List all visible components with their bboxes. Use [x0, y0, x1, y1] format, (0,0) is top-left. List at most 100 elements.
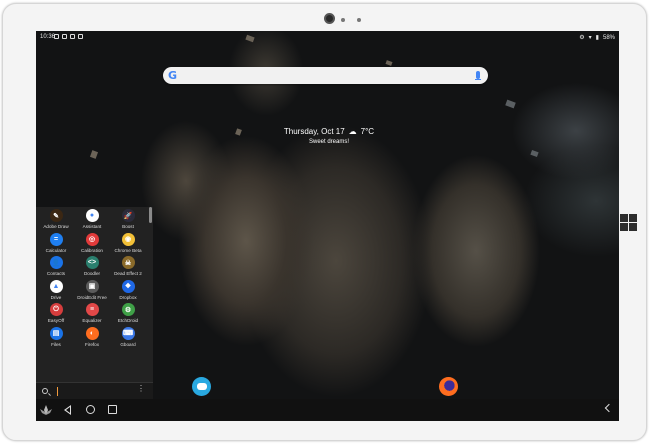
battery-percent: 58% — [602, 34, 615, 41]
chat-icon[interactable] — [192, 377, 211, 396]
app-label: Chrome Beta — [114, 247, 142, 253]
google-search-bar[interactable]: G — [163, 67, 488, 84]
app-icon[interactable]: ❖ — [121, 279, 135, 293]
wallpaper-fragment — [505, 99, 516, 109]
app-item[interactable]: ◉ Chrome Beta — [110, 232, 146, 255]
app-icon[interactable]: ▲ — [49, 279, 63, 293]
app-label: EtchDroid — [117, 318, 139, 323]
windows-button-icon[interactable] — [620, 214, 638, 232]
app-label: Firefox — [84, 341, 100, 347]
app-label: DroidEdit Free — [77, 294, 107, 300]
app-icon[interactable]: ✎ — [49, 209, 63, 222]
android-screen: 10:36 ⚙ ▾ ▮ 58% G Thursday, Oct 17 ☁ 7°C… — [36, 31, 619, 421]
app-item[interactable]: ❖ Dropbox — [110, 279, 146, 302]
notification-icons — [54, 34, 83, 39]
app-label: Calculator — [45, 247, 67, 253]
text-cursor — [57, 387, 58, 396]
tablet-frame: 10:36 ⚙ ▾ ▮ 58% G Thursday, Oct 17 ☁ 7°C… — [2, 3, 647, 441]
temperature-label[interactable]: 7°C — [361, 127, 374, 136]
sensor-dot — [341, 18, 345, 22]
app-icon[interactable]: 👤 — [49, 256, 63, 269]
app-item[interactable]: <> Doodler — [74, 256, 110, 278]
app-icon[interactable]: ▤ — [49, 326, 63, 340]
app-icon[interactable]: ▣ — [85, 279, 99, 293]
app-item[interactable]: ◐ Firefox — [74, 326, 110, 349]
app-item[interactable]: ≡ Equalizer — [74, 303, 110, 325]
app-grid: ✎ Adobe Draw ● Assistant 🚀 Boost = Calculator ◎ C… — [38, 209, 148, 348]
app-item[interactable]: ▣ DroidEdit Free — [74, 279, 110, 302]
app-icon[interactable]: ● — [85, 209, 99, 222]
app-item[interactable]: 👤 Contacts — [38, 256, 74, 278]
app-icon[interactable]: ≡ — [85, 303, 99, 316]
app-icon[interactable]: ⌨ — [121, 326, 135, 340]
greeting-label: Sweet dreams! — [308, 139, 350, 145]
app-item[interactable]: 🚀 Boost — [110, 209, 146, 231]
app-icon[interactable]: ◎ — [85, 232, 99, 246]
firefox-icon[interactable] — [439, 377, 458, 396]
app-label: Contacts — [46, 271, 66, 276]
app-item[interactable]: ▤ Files — [38, 326, 74, 349]
app-icon[interactable]: = — [49, 232, 63, 246]
app-icon[interactable]: <> — [85, 256, 99, 269]
more-options-icon[interactable]: ⋮ — [137, 385, 145, 393]
drawer-search-bar[interactable]: ⋮ — [36, 382, 153, 399]
system-icons: ⚙ ▾ ▮ 58% — [579, 34, 615, 42]
settings-icon: ⚙ — [579, 35, 585, 41]
cloud-icon: ☁ — [348, 127, 357, 136]
date-label[interactable]: Thursday, Oct 17 — [284, 127, 345, 136]
search-icon — [42, 388, 48, 394]
app-label: Dropbox — [119, 294, 137, 300]
app-label: EasyOff — [47, 318, 65, 323]
camera — [324, 13, 335, 24]
notification-icon — [62, 34, 67, 39]
app-label: Boost — [122, 224, 134, 229]
notification-icon — [70, 34, 75, 39]
app-drawer: ✎ Adobe Draw ● Assistant 🚀 Boost = Calculator ◎ C… — [36, 207, 153, 399]
recents-icon[interactable] — [108, 405, 117, 414]
app-label: Equalizer — [82, 318, 102, 323]
google-logo-icon: G — [168, 69, 178, 82]
app-item[interactable]: = Calculator — [38, 232, 74, 255]
app-label: Doodler — [83, 271, 101, 276]
app-item[interactable]: ☠ Dead Effect 2 — [110, 256, 146, 278]
app-item[interactable]: ⏻ EasyOff — [38, 303, 74, 325]
back-icon[interactable] — [64, 405, 71, 415]
app-label: Drive — [50, 294, 62, 300]
app-icon[interactable]: ⚙ — [121, 303, 135, 316]
notification-icon — [54, 34, 59, 39]
at-a-glance-widget[interactable]: Thursday, Oct 17 ☁ 7°C Sweet dreams! — [274, 127, 384, 145]
app-item[interactable]: ✎ Adobe Draw — [38, 209, 74, 231]
sensor-dot — [357, 18, 361, 22]
battery-icon: ▮ — [595, 35, 599, 41]
wallpaper-fragment — [89, 150, 99, 159]
wifi-icon: ▾ — [588, 35, 592, 41]
lotus-icon[interactable] — [39, 404, 53, 416]
app-icon[interactable]: ☠ — [121, 256, 135, 269]
app-icon[interactable]: ⏻ — [49, 303, 63, 316]
wallpaper-fragment — [530, 149, 539, 158]
microphone-icon[interactable] — [475, 71, 481, 80]
wallpaper-fragment — [235, 128, 242, 136]
notification-icon — [78, 34, 83, 39]
home-icon[interactable] — [86, 405, 95, 414]
app-item[interactable]: ⌨ Gboard — [110, 326, 146, 349]
drawer-scrollbar[interactable] — [149, 207, 152, 223]
app-label: Calibration — [81, 247, 103, 253]
app-item[interactable]: ◎ Calibration — [74, 232, 110, 255]
collapse-icon[interactable] — [604, 403, 614, 413]
app-item[interactable]: ● Assistant — [74, 209, 110, 231]
app-item[interactable]: ▲ Drive — [38, 279, 74, 302]
app-item[interactable]: ⚙ EtchDroid — [110, 303, 146, 325]
status-time: 10:36 — [40, 34, 56, 40]
app-icon[interactable]: ◐ — [85, 326, 99, 340]
app-label: Dead Effect 2 — [114, 271, 142, 276]
app-icon[interactable]: 🚀 — [121, 209, 135, 222]
app-label: Gboard — [120, 341, 136, 347]
app-icon[interactable]: ◉ — [121, 232, 135, 246]
wallpaper-fragment — [385, 60, 393, 66]
navigation-bar — [36, 399, 619, 421]
app-label: Files — [51, 341, 61, 347]
app-label: Assistant — [82, 224, 102, 229]
app-label: Adobe Draw — [43, 224, 69, 229]
status-bar: 10:36 ⚙ ▾ ▮ 58% — [36, 31, 619, 45]
